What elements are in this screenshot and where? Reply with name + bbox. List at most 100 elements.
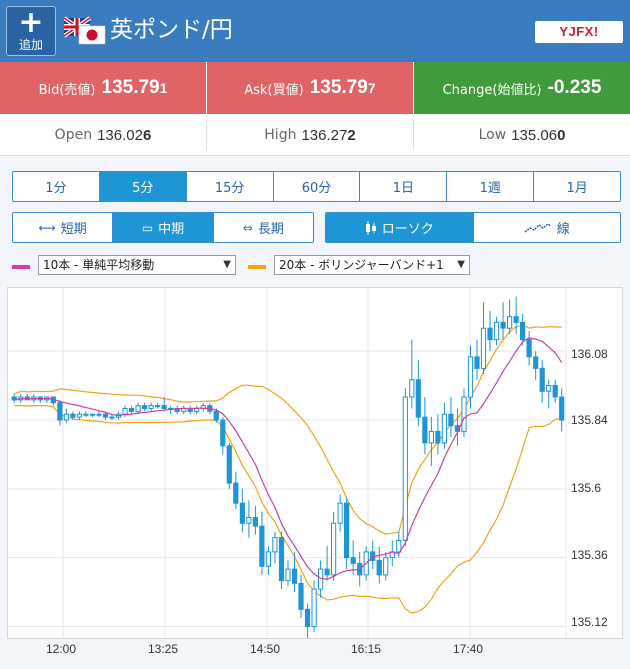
candle	[480, 327, 487, 369]
candle	[57, 402, 63, 421]
candle	[129, 408, 135, 412]
candle	[89, 413, 96, 416]
divider	[206, 120, 207, 150]
bollinger-band-select[interactable]: 20本 - ボリンジャーバンド+1 ▼	[274, 255, 470, 275]
ask-price-button[interactable]: Ask(買値) 135.797	[207, 62, 413, 114]
currency-pair-title: 英ポンド/円	[110, 17, 233, 43]
open-value: 136.026	[97, 126, 152, 144]
candle	[291, 568, 298, 584]
candle	[467, 356, 474, 398]
plus-icon: +	[18, 5, 44, 40]
candle	[96, 413, 102, 416]
tab-long-term[interactable]: ⇔ 長期	[214, 213, 313, 242]
ma-color-swatch	[12, 265, 30, 269]
tab-1week[interactable]: 1週	[447, 172, 535, 201]
candle	[324, 568, 330, 576]
y-tick-label: 135.12	[571, 615, 608, 629]
x-axis	[7, 639, 623, 663]
ask-label: Ask(買値)	[244, 82, 304, 98]
candle	[428, 430, 434, 444]
candle	[233, 482, 239, 504]
candle	[213, 410, 219, 421]
candle	[220, 419, 226, 447]
candle	[226, 445, 232, 484]
candle	[122, 408, 128, 415]
x-tick-label: 13:25	[148, 642, 179, 656]
short-term-icon: ⟷	[38, 220, 56, 235]
bid-price-button[interactable]: Bid(売値) 135.791	[0, 62, 206, 114]
tab-1month[interactable]: 1月	[534, 172, 620, 201]
candle	[70, 413, 76, 418]
candle	[350, 557, 356, 564]
candle	[422, 416, 428, 444]
ohl-row: Open 136.026 High 136.272 Low 135.060	[0, 114, 630, 156]
y-tick-label: 136.08	[571, 347, 608, 361]
candle	[448, 413, 454, 427]
bid-label: Bid(売値)	[38, 82, 96, 98]
change-label: Change(始値比)	[442, 82, 542, 98]
long-term-icon: ⇔	[242, 220, 253, 235]
gbp-jpy-flags-icon	[64, 16, 106, 45]
chevron-down-icon: ▼	[223, 259, 231, 270]
candle	[402, 396, 408, 541]
tab-5min[interactable]: 5分	[99, 172, 187, 201]
price-chart[interactable]	[7, 287, 623, 639]
candle	[533, 356, 539, 369]
candle	[318, 568, 324, 590]
change-cell: Change(始値比) -0.235	[414, 62, 630, 114]
candle	[376, 560, 382, 576]
tab-15min[interactable]: 15分	[187, 172, 274, 201]
x-tick-label: 17:40	[453, 642, 484, 656]
candle	[331, 522, 337, 576]
tab-1min[interactable]: 1分	[13, 172, 100, 201]
candle	[552, 385, 558, 398]
candle	[344, 502, 350, 559]
high-cell: High 136.272	[207, 114, 413, 156]
bb-color-swatch	[248, 265, 266, 269]
candle	[246, 517, 252, 524]
y-tick-label: 135.84	[571, 413, 608, 427]
tab-1day[interactable]: 1日	[360, 172, 448, 201]
candle	[383, 557, 389, 576]
line-chart-icon	[524, 222, 552, 233]
candle	[83, 413, 89, 416]
candle	[507, 316, 513, 329]
candle	[285, 568, 291, 582]
divider	[413, 120, 414, 150]
candle	[337, 502, 343, 524]
y-tick-label: 135.36	[571, 548, 608, 562]
moving-average-line	[14, 337, 563, 580]
candle	[474, 356, 480, 369]
candle	[493, 321, 500, 341]
candle	[409, 379, 415, 398]
add-button[interactable]: + 追加	[6, 6, 56, 56]
tab-short-term[interactable]: ⟷ 短期	[13, 213, 114, 242]
x-tick-label: 16:15	[351, 642, 382, 656]
candle	[272, 537, 278, 553]
open-cell: Open 136.026	[0, 114, 206, 156]
candle	[148, 405, 154, 409]
price-bar: Bid(売値) 135.791 Ask(買値) 135.797 Change(始…	[0, 62, 630, 114]
candle	[155, 405, 161, 408]
candle	[513, 316, 519, 323]
moving-average-select[interactable]: 10本 - 単純平均移動 ▼	[38, 255, 236, 275]
timeframe-tabs: 1分 5分 15分 60分 1日 1週 1月	[12, 171, 621, 202]
candle	[435, 430, 441, 444]
change-value: -0.235	[547, 77, 602, 98]
chart-type-tabs: ローソク 線	[325, 212, 621, 243]
tab-mid-term[interactable]: ▭ 中期	[113, 213, 214, 242]
header-bar: + 追加 英ポンド/円 YJFX!	[0, 0, 630, 62]
brand-logo[interactable]: YJFX!	[535, 21, 623, 43]
candle	[559, 396, 565, 421]
tab-candlestick[interactable]: ローソク	[326, 213, 474, 242]
candle	[546, 385, 552, 392]
add-button-label: 追加	[18, 38, 43, 52]
candlestick-chart-svg	[8, 288, 567, 638]
candle	[304, 608, 311, 627]
tab-line[interactable]: 線	[474, 213, 621, 242]
tab-60min[interactable]: 60分	[274, 172, 361, 201]
chevron-down-icon: ▼	[457, 259, 465, 270]
candle	[265, 551, 271, 567]
candle	[135, 405, 141, 412]
low-cell: Low 135.060	[414, 114, 630, 156]
